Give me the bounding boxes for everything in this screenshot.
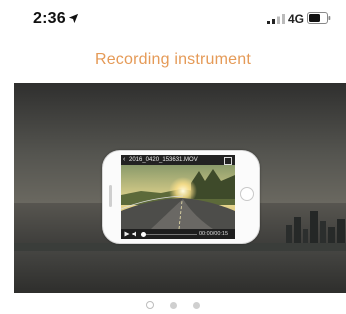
playback-time: 00:00/00:15 <box>199 231 229 237</box>
progress-thumb[interactable] <box>141 231 147 237</box>
signal-icon <box>267 14 285 24</box>
chevron-left-icon[interactable]: ‹ <box>123 155 125 165</box>
page-indicator <box>0 296 346 309</box>
phone-mockup: ‹ 2016_0420_153631.MOV 00:00/00:15 <box>102 150 260 244</box>
page-title: Recording instrument <box>94 51 252 68</box>
volume-icon[interactable] <box>132 231 138 237</box>
player-controls: 00:00/00:15 <box>121 229 235 239</box>
play-icon[interactable] <box>124 231 130 237</box>
status-time: 2:36 <box>33 10 66 27</box>
home-button <box>240 187 254 201</box>
hero-road <box>14 251 346 293</box>
video-frame[interactable] <box>121 165 235 229</box>
city-skyline <box>286 211 345 247</box>
progress-bar[interactable] <box>141 231 197 237</box>
page-dot[interactable] <box>170 302 177 309</box>
network-type: 4G <box>288 12 305 26</box>
phone-speaker <box>109 185 112 207</box>
hero-bridge <box>14 243 346 251</box>
battery-icon <box>307 12 331 24</box>
page-dot[interactable] <box>193 302 200 309</box>
video-filename: 2016_0420_153631.MOV <box>129 157 198 163</box>
phone-screen: ‹ 2016_0420_153631.MOV 00:00/00:15 <box>121 155 235 239</box>
location-arrow-icon <box>68 13 79 24</box>
page-dot[interactable] <box>146 301 154 309</box>
status-bar: 2:36 4G <box>0 0 346 40</box>
player-top-bar: ‹ 2016_0420_153631.MOV <box>121 155 235 165</box>
fullscreen-icon[interactable] <box>224 157 232 165</box>
